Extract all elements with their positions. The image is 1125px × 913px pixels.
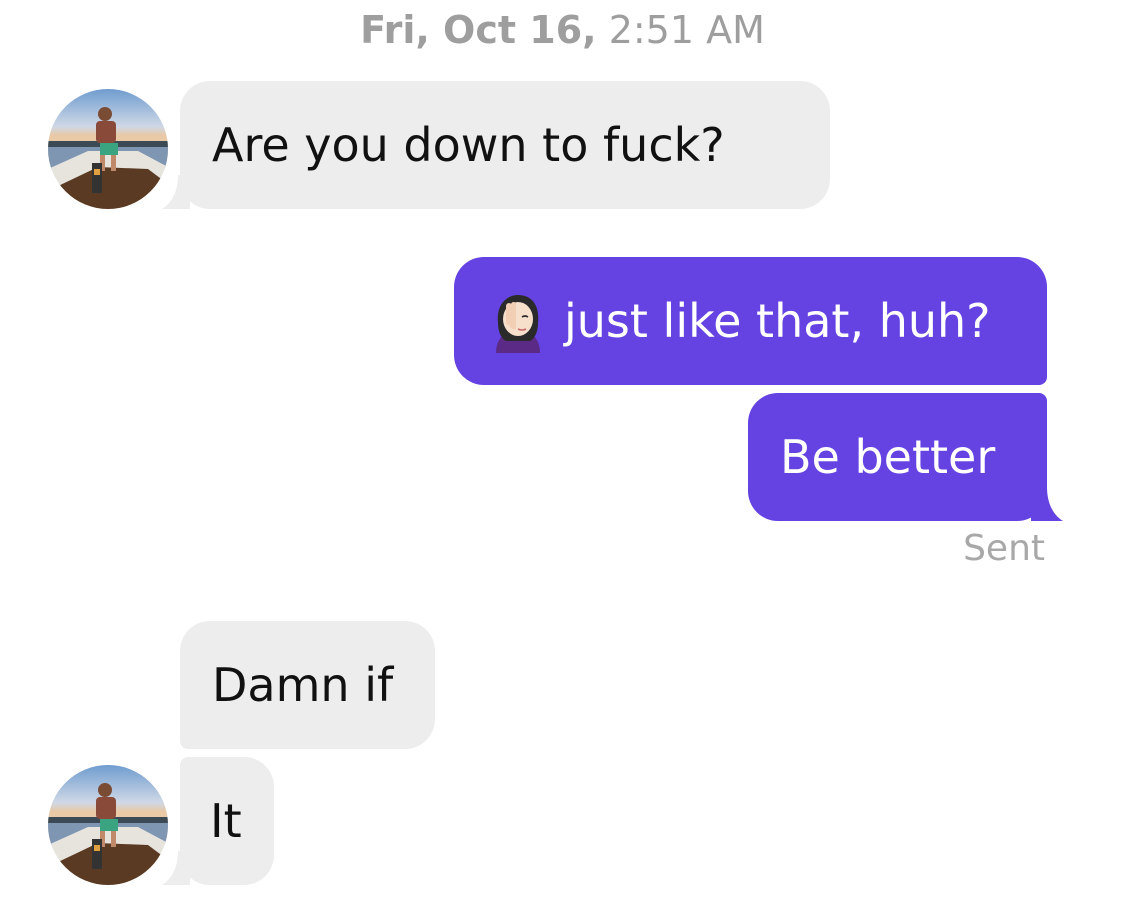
message-bubble-incoming[interactable]: Are you down to fuck? [180,81,830,209]
contact-avatar[interactable] [48,765,168,885]
timestamp-date: Fri, Oct 16, [360,8,597,52]
avatar-photo [48,765,168,885]
message-text: Be better [780,430,996,484]
message-text: just like that, huh? [564,294,991,348]
message-status-sent: Sent [963,528,1045,569]
timestamp-time: 2:51 AM [608,8,765,52]
message-bubble-outgoing[interactable]: Be better [748,393,1047,521]
message-bubble-incoming[interactable]: It [180,757,274,885]
message-text: It [210,794,242,848]
message-text: Damn if [212,658,394,712]
conversation-timestamp: Fri, Oct 16, 2:51 AM [0,8,1125,52]
contact-avatar[interactable] [48,89,168,209]
message-bubble-outgoing[interactable]: just like that, huh? [454,257,1047,385]
message-bubble-incoming[interactable]: Damn if [180,621,435,749]
message-text: Are you down to fuck? [212,118,725,172]
woman-facepalming-emoji [496,294,540,353]
avatar-photo [48,89,168,209]
